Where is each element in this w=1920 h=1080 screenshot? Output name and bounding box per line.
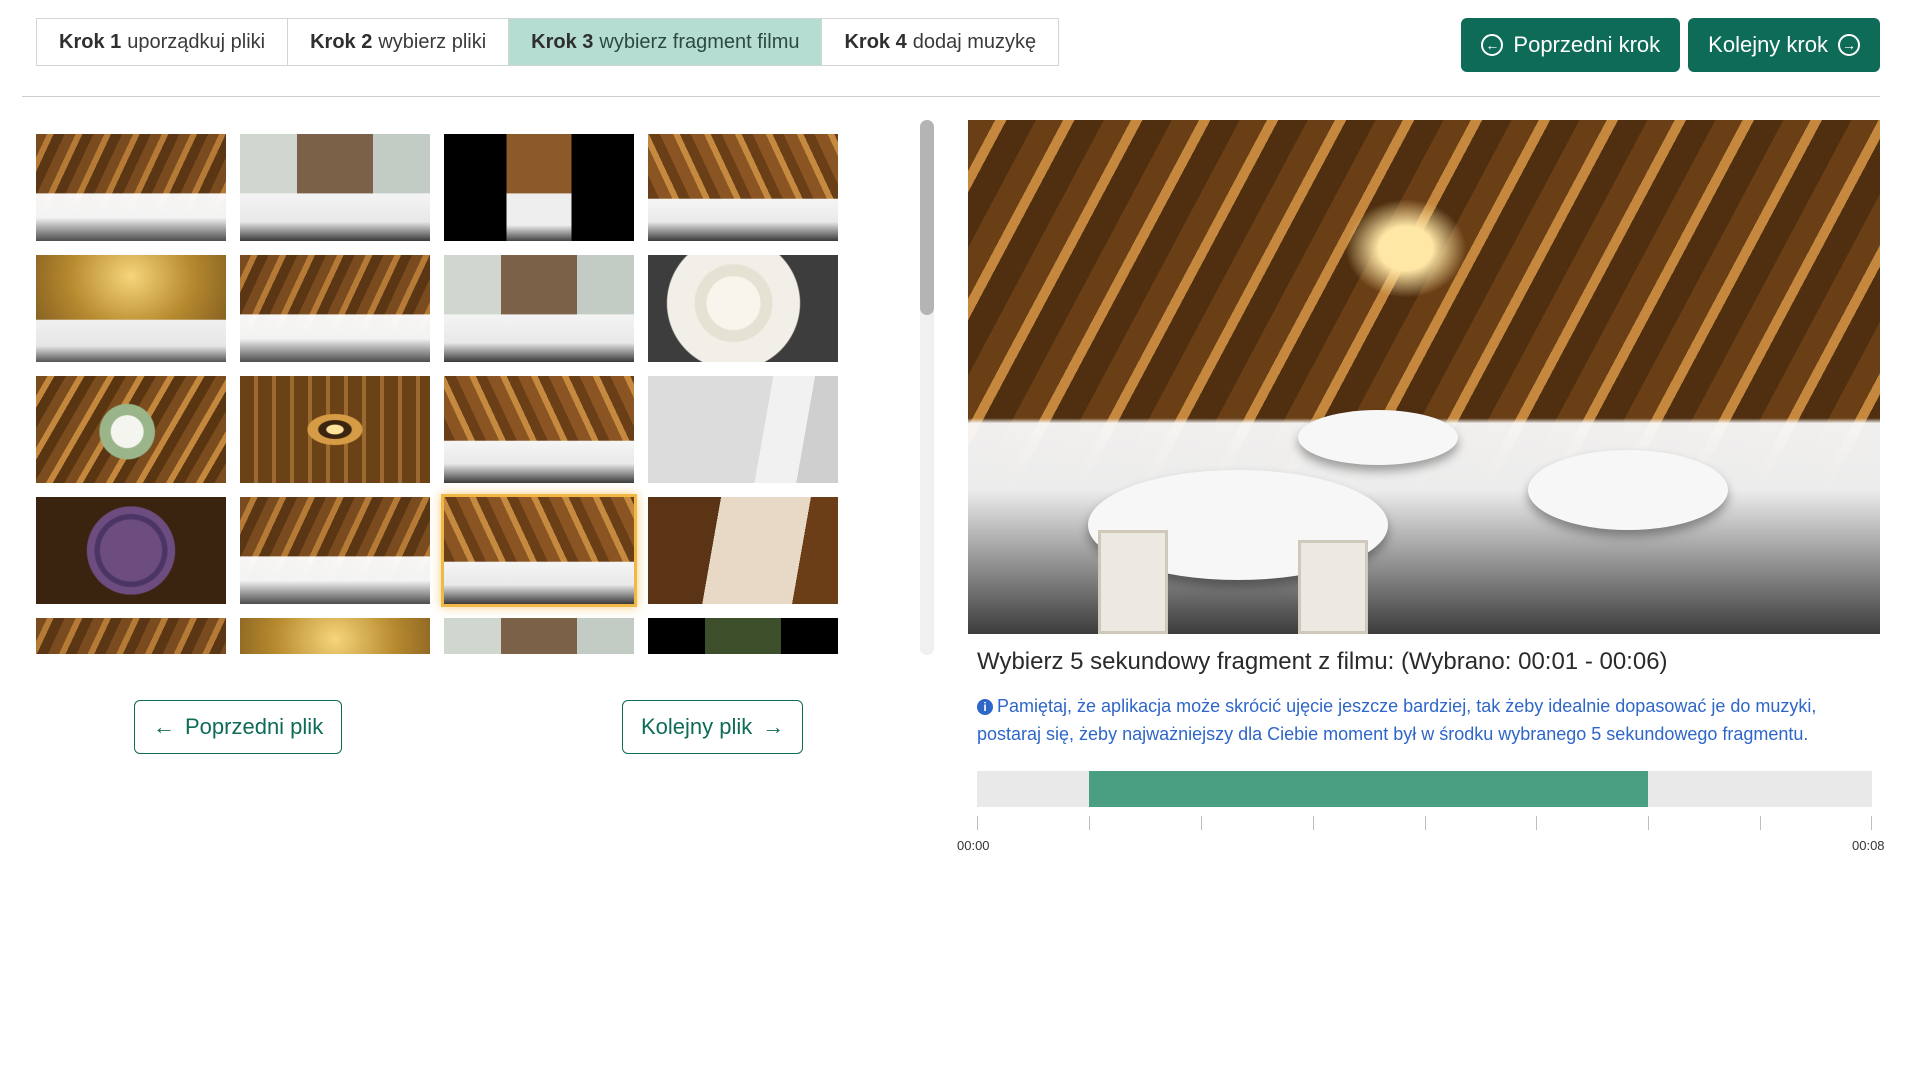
thumbnail[interactable] bbox=[648, 376, 838, 483]
arrow-circle-right-icon: → bbox=[1838, 34, 1860, 56]
thumbnail-grid-viewport bbox=[36, 134, 842, 654]
timeline-end-label: 00:08 bbox=[1852, 838, 1885, 853]
timeline-tick bbox=[1088, 816, 1090, 830]
timeline-tick bbox=[1424, 816, 1426, 830]
timeline-tick bbox=[1200, 816, 1202, 830]
timeline-tick bbox=[1871, 816, 1872, 830]
next-step-label: Kolejny krok bbox=[1708, 32, 1828, 57]
thumbnail[interactable] bbox=[36, 497, 226, 604]
timeline-ticks bbox=[977, 816, 1872, 830]
thumbnail[interactable] bbox=[444, 255, 634, 362]
thumbnail[interactable] bbox=[240, 376, 430, 483]
preview-table bbox=[1528, 450, 1728, 530]
timeline-tick bbox=[1312, 816, 1314, 830]
thumbnail[interactable] bbox=[240, 618, 430, 654]
arrow-left-icon: ← bbox=[153, 714, 175, 739]
tab-step-4[interactable]: Krok 4 dodaj muzykę bbox=[822, 19, 1059, 65]
info-message: i Pamiętaj, że aplikacja może skrócić uję… bbox=[977, 692, 1877, 748]
previous-file-button[interactable]: ← Poprzedni plik bbox=[134, 700, 343, 754]
step-navigation: ← Poprzedni krok Kolejny krok → bbox=[1461, 18, 1880, 72]
video-preview bbox=[968, 120, 1880, 634]
tab-step-2[interactable]: Krok 2 wybierz pliki bbox=[288, 19, 510, 65]
thumbnail[interactable] bbox=[648, 497, 838, 604]
thumbnail[interactable] bbox=[36, 618, 226, 654]
header-divider bbox=[22, 96, 1880, 97]
step-number: Krok 1 bbox=[59, 30, 122, 53]
arrow-circle-left-icon: ← bbox=[1481, 34, 1504, 56]
timeline-start-label: 00:00 bbox=[957, 838, 990, 853]
timeline-tick bbox=[977, 816, 978, 830]
timeline-tick bbox=[1760, 816, 1762, 830]
timeline-tick bbox=[1648, 816, 1650, 830]
thumbnail-grid bbox=[36, 134, 842, 654]
tab-step-1[interactable]: Krok 1 uporządkuj pliki bbox=[37, 19, 289, 65]
previous-file-label: Poprzedni plik bbox=[185, 714, 324, 739]
fragment-caption: Wybierz 5 sekundowy fragment z filmu: (W… bbox=[977, 648, 1668, 675]
preview-table bbox=[1298, 410, 1458, 465]
step-number: Krok 4 bbox=[844, 30, 907, 53]
step-tabs: Krok 1 uporządkuj pliki Krok 2 wybierz p… bbox=[36, 18, 1060, 66]
thumbnail[interactable] bbox=[648, 134, 838, 241]
info-text: Pamiętaj, że aplikacja może skrócić ujęc… bbox=[977, 696, 1817, 744]
info-circle-icon: i bbox=[977, 699, 993, 715]
timeline-selection[interactable] bbox=[1088, 771, 1649, 807]
thumbnail[interactable] bbox=[648, 255, 838, 362]
step-label: dodaj muzykę bbox=[912, 30, 1037, 53]
tab-step-3[interactable]: Krok 3 wybierz fragment filmu bbox=[509, 19, 823, 65]
preview-chair bbox=[1298, 540, 1368, 634]
thumbnail[interactable] bbox=[36, 134, 226, 241]
thumbnail[interactable] bbox=[444, 376, 634, 483]
preview-chair bbox=[1098, 530, 1168, 634]
scrollbar-thumb[interactable] bbox=[920, 120, 934, 315]
thumbnail[interactable] bbox=[444, 618, 634, 654]
thumbnail-scrollbar[interactable] bbox=[920, 120, 934, 655]
step-label: wybierz pliki bbox=[378, 30, 487, 53]
thumbnail[interactable] bbox=[36, 255, 226, 362]
next-step-button[interactable]: Kolejny krok → bbox=[1688, 18, 1880, 72]
next-file-label: Kolejny plik bbox=[641, 714, 753, 739]
thumbnail[interactable] bbox=[444, 134, 634, 241]
thumbnail[interactable] bbox=[648, 618, 838, 654]
step-label: uporządkuj pliki bbox=[127, 30, 266, 53]
previous-step-label: Poprzedni krok bbox=[1513, 32, 1661, 57]
arrow-right-icon: → bbox=[762, 714, 785, 739]
thumbnail[interactable] bbox=[240, 255, 430, 362]
next-file-button[interactable]: Kolejny plik → bbox=[622, 700, 804, 754]
previous-step-button[interactable]: ← Poprzedni krok bbox=[1461, 18, 1681, 72]
timeline-track[interactable] bbox=[977, 771, 1872, 807]
step-number: Krok 3 bbox=[531, 30, 594, 53]
timeline-tick bbox=[1536, 816, 1538, 830]
thumbnail[interactable] bbox=[36, 376, 226, 483]
thumbnail[interactable] bbox=[240, 134, 430, 241]
step-label: wybierz fragment filmu bbox=[599, 30, 800, 53]
thumbnail-selected[interactable] bbox=[441, 494, 637, 607]
thumbnail[interactable] bbox=[240, 497, 430, 604]
step-number: Krok 2 bbox=[310, 30, 373, 53]
